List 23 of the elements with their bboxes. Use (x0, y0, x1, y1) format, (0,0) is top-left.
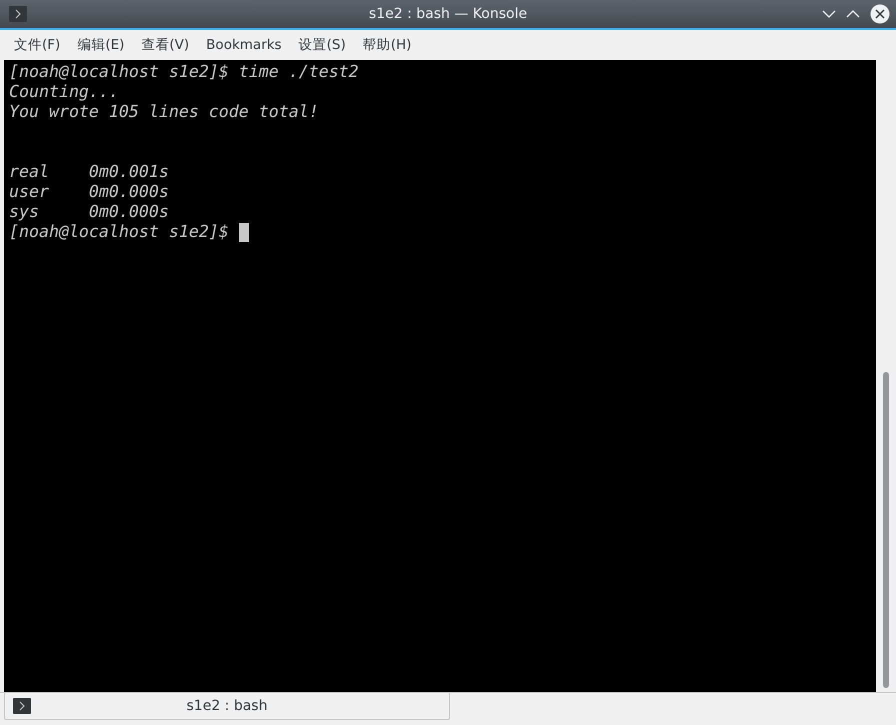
menu-item[interactable]: 帮助(H) (356, 36, 418, 54)
terminal-line: [noah@localhost s1e2]$ time ./test2 (9, 62, 359, 82)
terminal-icon (13, 698, 31, 714)
menu-item[interactable]: 编辑(E) (71, 36, 130, 54)
terminal-line: Counting... (9, 82, 119, 102)
text-cursor (238, 222, 249, 242)
minimize-icon[interactable] (822, 9, 836, 19)
maximize-icon[interactable] (846, 9, 860, 19)
menu-item[interactable]: Bookmarks (200, 37, 288, 53)
terminal-line: real 0m0.001s (9, 162, 169, 182)
terminal-line: user 0m0.000s (9, 182, 169, 202)
terminal-line: [noah@localhost s1e2]$ (9, 222, 230, 242)
terminal-screen[interactable]: [noah@localhost s1e2]$ time ./test2 Counting... You wrote 105 lines code total! real 0m0.001s user 0m0.000s sys 0m0.000s [noah@localhost s1e2]$ (4, 60, 876, 692)
window-title: s1e2 : bash — Konsole (368, 6, 528, 22)
scrollbar-thumb[interactable] (883, 372, 889, 688)
terminal-line: sys 0m0.000s (9, 202, 169, 222)
menu-item[interactable]: 文件(F) (8, 36, 66, 54)
terminal-icon (9, 6, 27, 22)
terminal-line: You wrote 105 lines code total! (9, 102, 319, 122)
close-icon[interactable] (870, 4, 890, 24)
menu-item[interactable]: 查看(V) (135, 36, 196, 54)
tab[interactable]: s1e2 : bash (4, 693, 450, 720)
menu-item[interactable]: 设置(S) (292, 36, 352, 54)
